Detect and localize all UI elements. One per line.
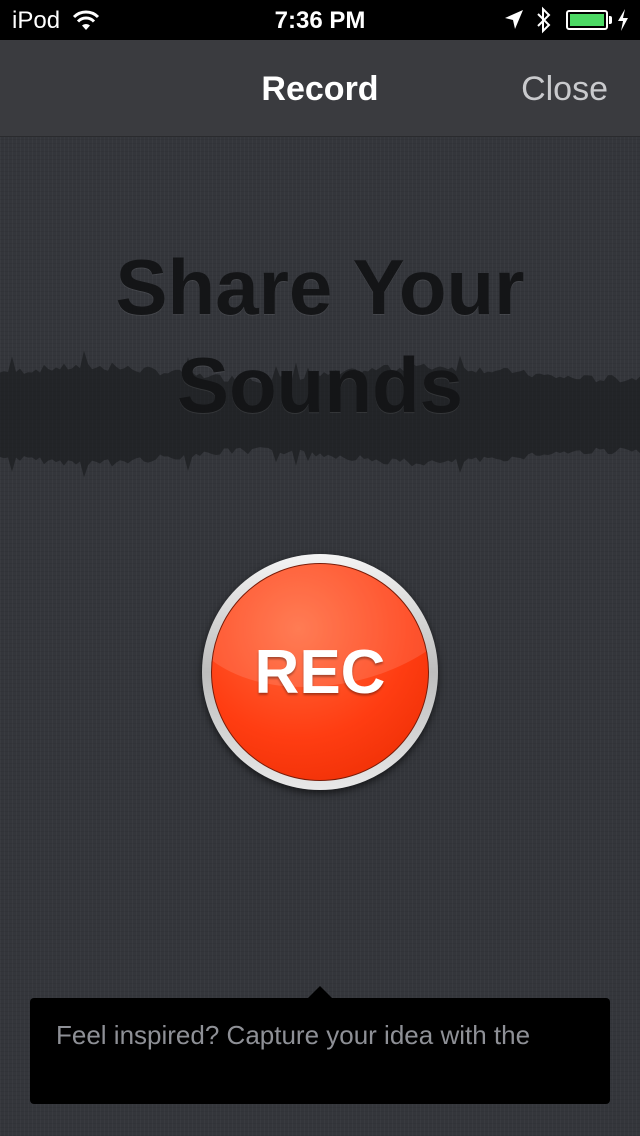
tip-text: Feel inspired? Capture your idea with th… (56, 1020, 531, 1050)
status-bar: iPod 7:36 PM (0, 0, 640, 40)
record-button-face: REC (211, 563, 429, 781)
close-button[interactable]: Close (521, 70, 608, 109)
headline: Share Your Sounds (0, 238, 640, 434)
battery-level (570, 14, 604, 26)
nav-bar: Record Close (0, 40, 640, 137)
location-arrow-icon (505, 10, 523, 29)
record-button-label: REC (254, 637, 386, 707)
tip-popover: Feel inspired? Capture your idea with th… (30, 986, 610, 1104)
headline-line1: Share Your (115, 243, 525, 331)
battery-icon (566, 10, 612, 30)
charging-bolt-icon (618, 9, 628, 31)
status-right (504, 6, 630, 34)
bluetooth-icon (537, 6, 551, 34)
headline-line2: Sounds (177, 341, 463, 429)
record-button[interactable]: REC (202, 554, 438, 790)
